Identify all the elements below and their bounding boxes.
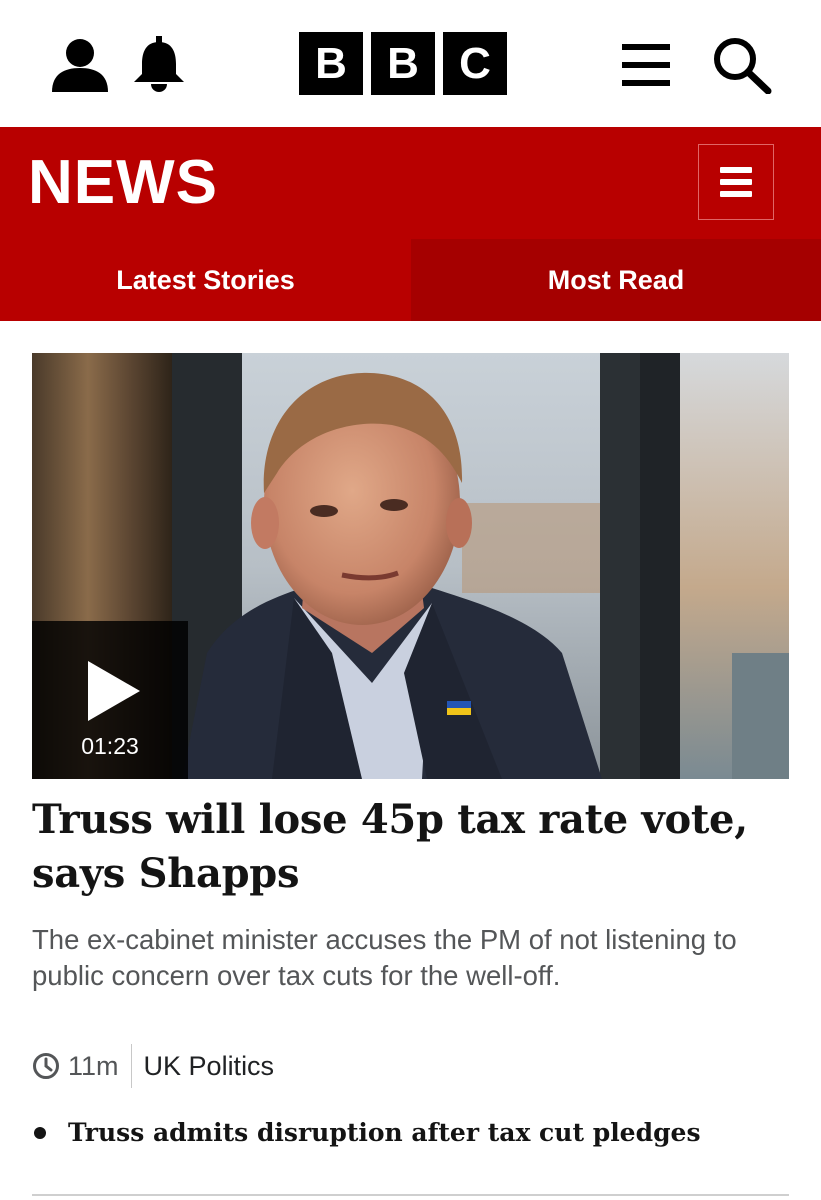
bbc-top-bar: B B C — [0, 0, 821, 127]
timestamp: 11m — [68, 1050, 119, 1081]
bbc-logo-letter: C — [443, 32, 507, 95]
news-title[interactable]: NEWS — [28, 147, 218, 219]
section-link-uk-politics[interactable]: UK Politics — [144, 1051, 275, 1082]
search-icon[interactable] — [712, 36, 772, 94]
article-meta: 11m UK Politics — [32, 1044, 274, 1088]
account-icon[interactable] — [50, 36, 110, 92]
tab-most-read[interactable]: Most Read — [411, 239, 821, 321]
article-headline[interactable]: Truss will lose 45p tax rate vote, says … — [32, 793, 792, 901]
meta-divider — [130, 1044, 132, 1088]
play-icon — [88, 661, 140, 721]
video-duration: 01:23 — [81, 733, 139, 759]
tab-latest-stories[interactable]: Latest Stories — [0, 239, 411, 321]
bbc-logo[interactable]: B B C — [299, 32, 507, 95]
divider — [32, 1194, 789, 1196]
bbc-logo-letter: B — [371, 32, 435, 95]
menu-icon[interactable] — [622, 44, 670, 86]
article-summary: The ex-cabinet minister accuses the PM o… — [32, 924, 737, 991]
related-story[interactable]: Truss admits disruption after tax cut pl… — [34, 1118, 701, 1147]
bbc-logo-letter: B — [299, 32, 363, 95]
news-tabs: Latest Stories Most Read — [0, 239, 821, 321]
news-header: NEWS — [0, 127, 821, 239]
article-video-thumbnail[interactable]: 01:23 — [32, 353, 789, 779]
play-video-button[interactable]: 01:23 — [32, 621, 188, 779]
clock-icon — [33, 1053, 59, 1079]
bullet-icon — [34, 1126, 46, 1139]
related-story-link[interactable]: Truss admits disruption after tax cut pl… — [68, 1118, 701, 1147]
hamburger-icon[interactable] — [698, 144, 774, 220]
bell-icon[interactable] — [132, 36, 186, 92]
